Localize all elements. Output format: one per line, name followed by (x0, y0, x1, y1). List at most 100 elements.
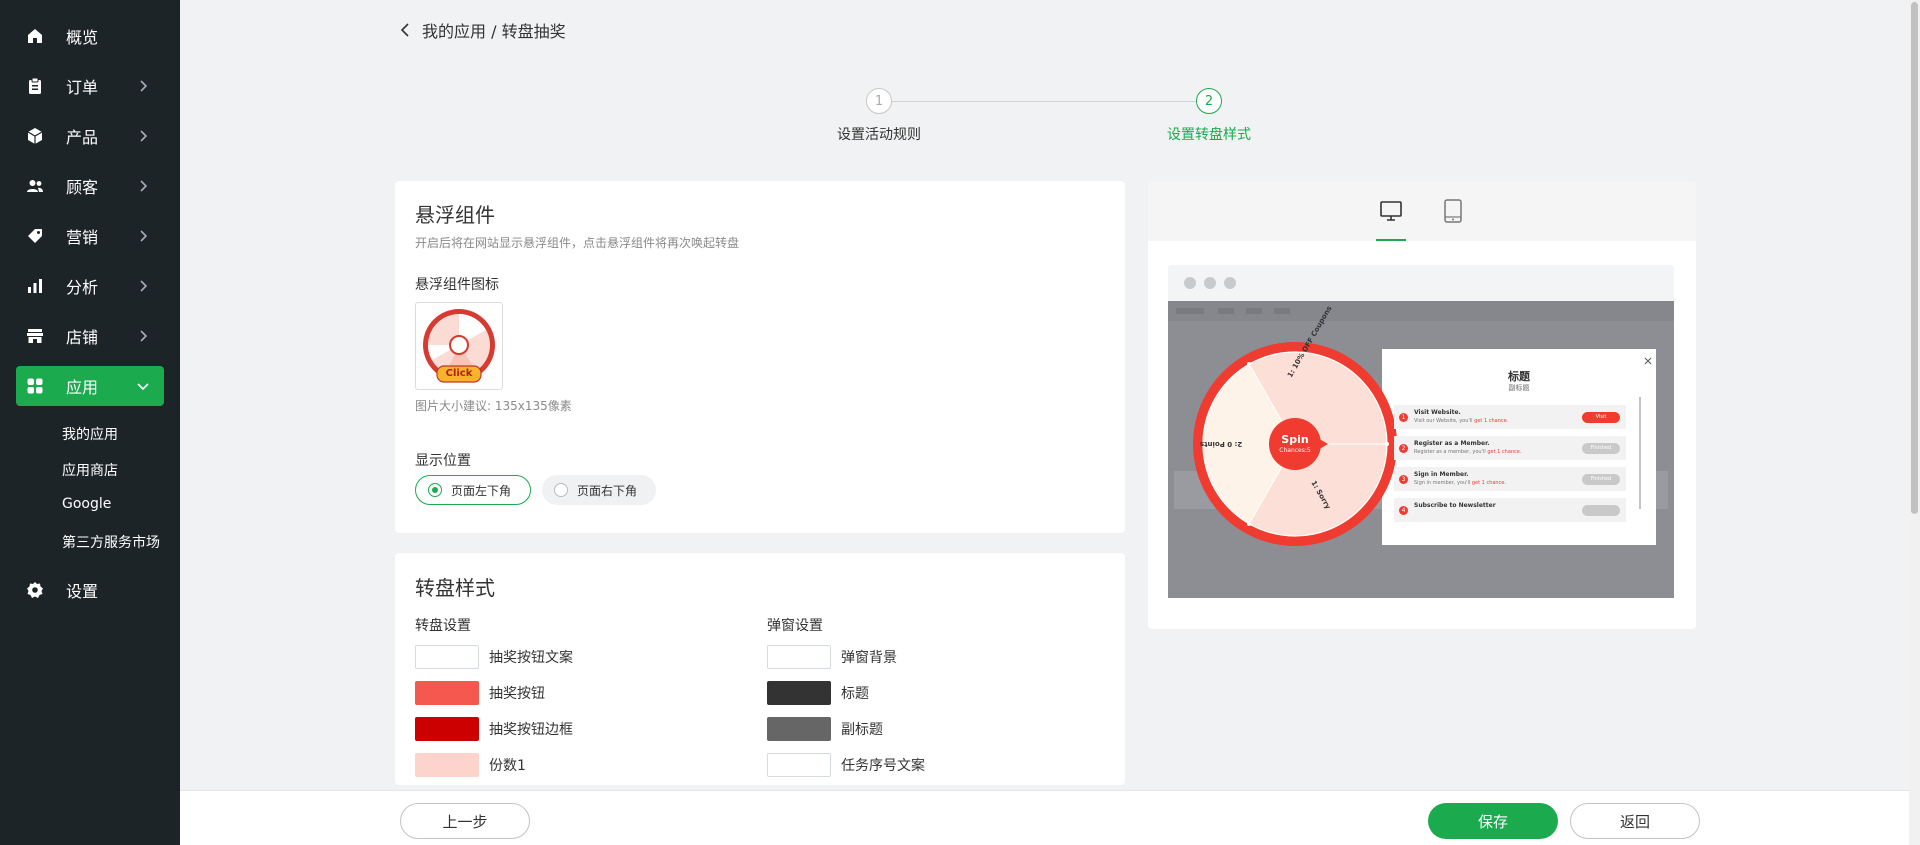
sidebar-item-label: 设置 (66, 582, 99, 601)
chevron-right-icon (140, 80, 148, 92)
sidebar-item-products[interactable]: 产品 (16, 116, 164, 156)
sidebar-item-label: 顾客 (66, 178, 99, 197)
desktop-icon (1380, 201, 1402, 221)
swatch-label: 抽奖按钮边框 (489, 722, 573, 738)
swatch-label: 标题 (841, 686, 869, 702)
back-arrow-icon[interactable] (398, 21, 416, 39)
icon-section-label: 悬浮组件图标 (415, 277, 499, 293)
step-2-circle: 2 (1196, 88, 1222, 114)
sidebar-item-marketing[interactable]: 营销 (16, 216, 164, 256)
sidebar-item-label: 应用 (66, 378, 99, 397)
position-label: 显示位置 (415, 453, 471, 469)
icon-size-hint: 图片大小建议: 135x135像素 (415, 399, 572, 413)
task-number: 3 (1399, 475, 1408, 484)
wheel-settings-title: 转盘设置 (415, 618, 471, 634)
swatch-segment-1: 份数1 (415, 753, 526, 777)
wheel-style-title: 转盘样式 (415, 576, 495, 600)
prev-step-button[interactable]: 上一步 (400, 803, 530, 839)
swatch-spin-button: 抽奖按钮 (415, 681, 545, 705)
tab-tablet[interactable] (1438, 181, 1468, 241)
color-swatch[interactable] (415, 753, 479, 777)
browser-preview: Spin Chances:5 1: 10% OFF Coupons 1: Sor… (1168, 265, 1674, 598)
step-connector (892, 101, 1196, 102)
task-number: 1 (1399, 413, 1408, 422)
color-swatch[interactable] (767, 645, 831, 669)
swatch-label: 抽奖按钮文案 (489, 650, 573, 666)
sidebar-subitem-app-store[interactable]: 应用商店 (62, 460, 118, 480)
swatch-task-number-text: 任务序号文案 (767, 753, 925, 777)
color-swatch[interactable] (767, 681, 831, 705)
progress-steps: 1 2 设置活动规则 设置转盘样式 (180, 88, 1920, 148)
task-description-text: Sign in member, you'll (1414, 480, 1472, 486)
spin-button-text: Spin (1281, 433, 1309, 446)
sidebar-item-orders[interactable]: 订单 (16, 66, 164, 106)
task-description-highlight: get 1 chance. (1487, 449, 1522, 455)
swatch-popup-background: 弹窗背景 (767, 645, 897, 669)
popup-task-row: 4 Subscribe to Newsletter (1394, 498, 1626, 522)
popup-task-row: 2 Register as a Member. Register as a memb… (1394, 436, 1626, 460)
task-description-text: Visit our Website, you'll (1414, 418, 1475, 424)
color-swatch[interactable] (415, 645, 479, 669)
swatch-subtitle: 副标题 (767, 717, 883, 741)
spin-chances-text: Chances:5 (1279, 447, 1311, 454)
radio-label: 页面右下角 (577, 483, 638, 498)
position-left-bottom-radio[interactable]: 页面左下角 (415, 475, 531, 505)
sidebar-item-apps[interactable]: 应用 (16, 366, 164, 406)
task-title: Register as a Member. (1414, 440, 1490, 447)
color-swatch[interactable] (415, 681, 479, 705)
sidebar-item-label: 店铺 (66, 328, 99, 347)
radio-dot (554, 483, 568, 497)
vertical-scrollbar[interactable] (1909, 0, 1920, 845)
save-button[interactable]: 保存 (1428, 803, 1558, 839)
swatch-label: 弹窗背景 (841, 650, 897, 666)
swatch-label: 任务序号文案 (841, 758, 925, 774)
tag-icon (26, 227, 44, 245)
swatch-spin-button-text: 抽奖按钮文案 (415, 645, 573, 669)
color-swatch[interactable] (767, 753, 831, 777)
popup-subtitle: 副标题 (1508, 384, 1530, 392)
breadcrumb-text: 我的应用 / 转盘抽奖 (422, 22, 566, 41)
browser-bar (1168, 265, 1674, 301)
float-icon-upload[interactable]: Click (415, 302, 503, 390)
color-swatch[interactable] (415, 717, 479, 741)
task-action-button[interactable]: Finished (1582, 443, 1620, 454)
sidebar-item-store[interactable]: 店铺 (16, 316, 164, 356)
gear-icon (26, 581, 44, 599)
position-right-bottom-radio[interactable]: 页面右下角 (542, 475, 656, 505)
scrollbar-thumb[interactable] (1911, 2, 1918, 514)
step-1-circle: 1 (866, 88, 892, 114)
task-description-highlight: get 1 chance. (1474, 418, 1509, 424)
radio-label: 页面左下角 (451, 483, 512, 498)
main-content: 我的应用 / 转盘抽奖 1 2 设置活动规则 设置转盘样式 悬浮组件 开启后将在… (180, 0, 1920, 845)
tab-desktop[interactable] (1376, 181, 1406, 241)
step-1-label: 设置活动规则 (837, 127, 921, 143)
task-title: Visit Website. (1414, 409, 1461, 416)
sidebar-item-overview[interactable]: 概览 (16, 16, 164, 56)
sidebar-item-label: 分析 (66, 278, 99, 297)
task-action-button[interactable]: Finished (1582, 474, 1620, 485)
clipboard-icon (26, 77, 44, 95)
sidebar-subitem-my-apps[interactable]: 我的应用 (62, 424, 118, 444)
sidebar-item-customers[interactable]: 顾客 (16, 166, 164, 206)
chevron-down-icon (137, 383, 149, 391)
color-swatch[interactable] (767, 717, 831, 741)
swatch-title: 标题 (767, 681, 869, 705)
task-action-button[interactable]: Visit (1582, 412, 1620, 423)
sidebar-item-label: 营销 (66, 228, 99, 247)
task-number: 2 (1399, 444, 1408, 453)
sidebar-subitem-google[interactable]: Google (62, 496, 111, 512)
swatch-label: 副标题 (841, 722, 883, 738)
preview-card: Spin Chances:5 1: 10% OFF Coupons 1: Sor… (1148, 181, 1696, 629)
popup-title: 标题 (1508, 370, 1530, 383)
task-description: Visit our Website, you'll get 1 chance. (1414, 418, 1508, 424)
task-description-text: Register as a member, you'll (1414, 449, 1488, 455)
sidebar-item-analytics[interactable]: 分析 (16, 266, 164, 306)
sidebar-subitem-third-party[interactable]: 第三方服务市场 (62, 532, 160, 552)
sidebar-item-settings[interactable]: 设置 (16, 570, 164, 610)
task-action-button[interactable] (1582, 505, 1620, 516)
window-dot (1224, 277, 1236, 289)
step-2-label: 设置转盘样式 (1167, 127, 1251, 143)
back-button[interactable]: 返回 (1570, 803, 1700, 839)
segment-label: 2: 0 Points (1200, 440, 1243, 448)
task-title: Subscribe to Newsletter (1414, 502, 1496, 509)
